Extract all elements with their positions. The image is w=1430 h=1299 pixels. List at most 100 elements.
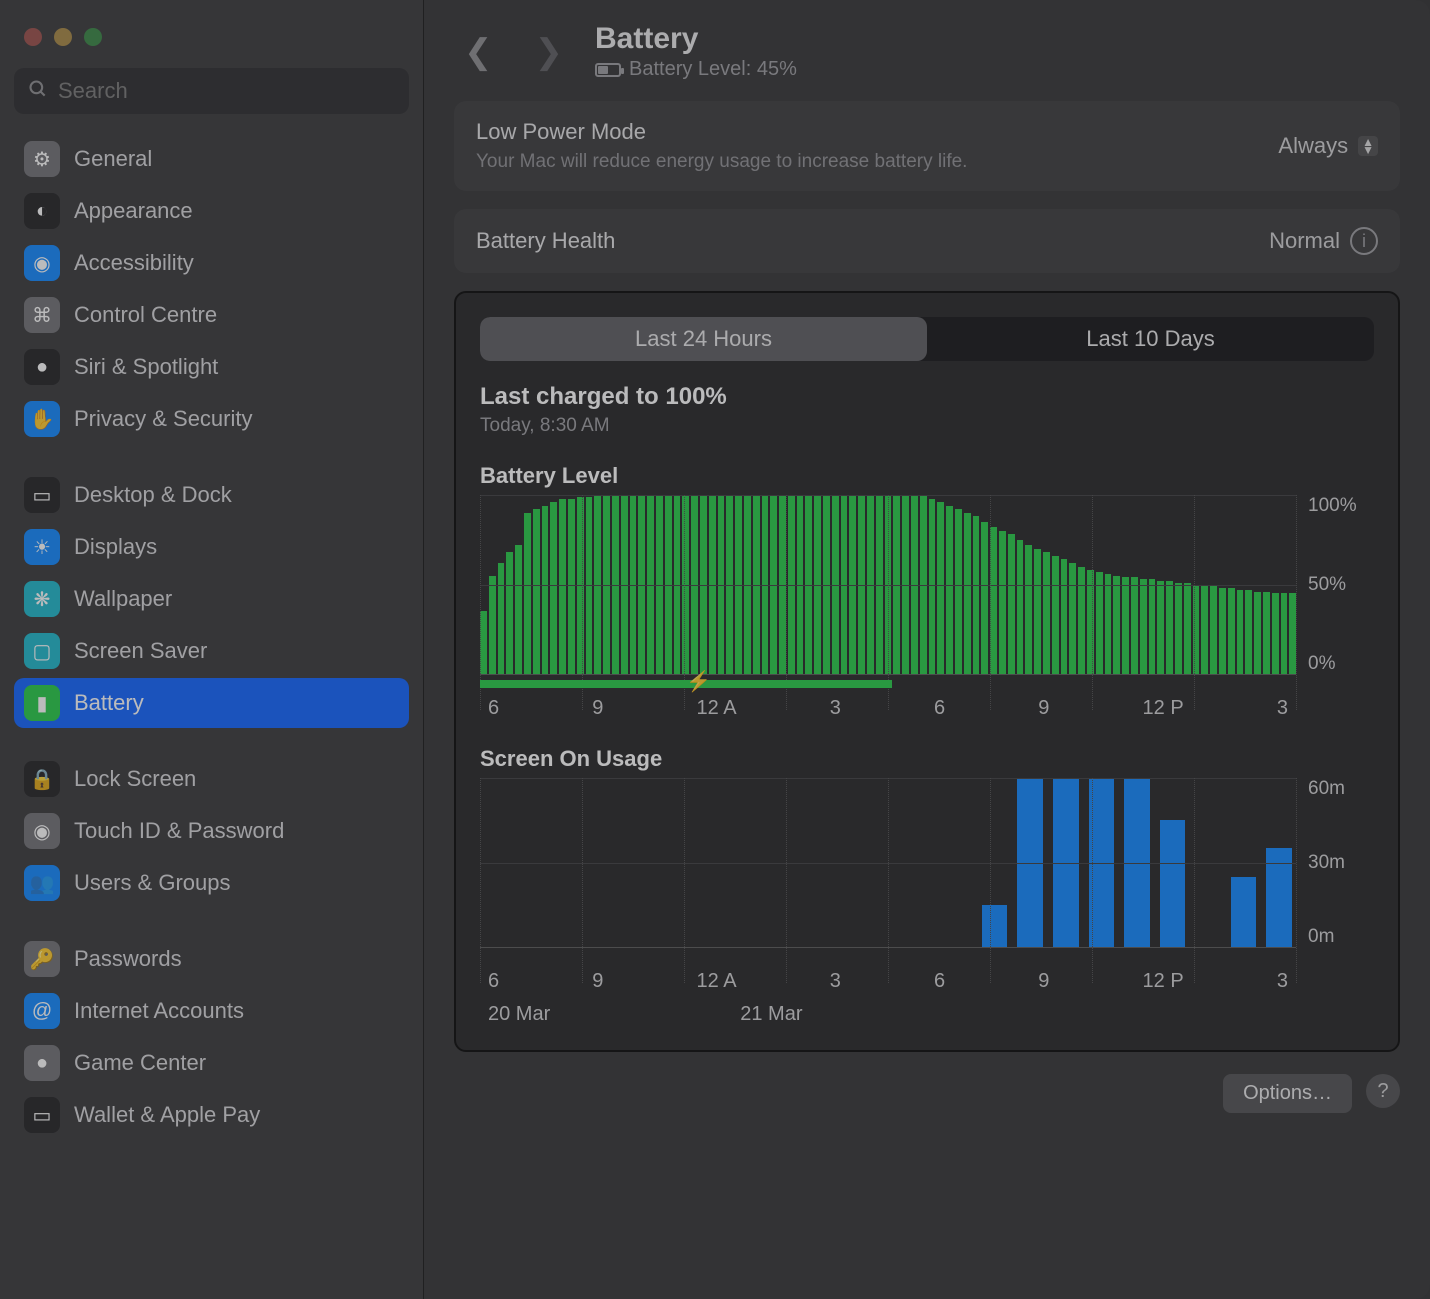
axis-tick: 3 [1277,970,1288,993]
sidebar-item-desktop-dock[interactable]: ▭Desktop & Dock [14,470,409,520]
sidebar-item-label: Wallpaper [74,586,172,612]
battery-bar [1201,585,1208,675]
hand-icon: ✋ [24,401,60,437]
axis-tick: 9 [1038,970,1049,993]
sidebar-item-battery[interactable]: ▮ Battery [14,678,409,728]
battery-bar [1263,592,1270,674]
sidebar-item-label: General [74,146,152,172]
sidebar-nav: ⚙ General ◐Appearance ◉ Accessibility ⌘Contro… [14,134,409,1140]
axis-tick: 9 [592,697,603,720]
axis-tick: 6 [934,970,945,993]
battery-bar [1034,549,1041,674]
close-icon[interactable] [24,28,42,46]
last-charged-title: Last charged to 100% [480,383,1374,411]
axis-tick: 6 [488,970,499,993]
back-button[interactable]: ❮ [454,28,503,76]
axis-tick: 6 [488,697,499,720]
sidebar-item-label: Internet Accounts [74,998,244,1024]
sidebar-item-game-center[interactable]: ●Game Center [14,1038,409,1088]
battery-bar [1281,593,1288,674]
sidebar-item-wallpaper[interactable]: ❋Wallpaper [14,574,409,624]
users-icon: 👥 [24,865,60,901]
at-icon: @ [24,993,60,1029]
battery-bar [929,499,936,674]
battery-bar [1078,567,1085,674]
sidebar-item-accessibility[interactable]: ◉ Accessibility [14,238,409,288]
control-centre-icon: ⌘ [24,297,60,333]
bolt-icon: ⚡ [686,669,711,694]
battery-bar [1175,583,1182,674]
chevron-updown-icon: ▲▼ [1358,136,1378,156]
low-power-select[interactable]: Always ▲▼ [1278,133,1378,159]
sidebar-item-label: Battery [74,690,144,716]
battery-icon [595,63,621,77]
sidebar-item-general[interactable]: ⚙ General [14,134,409,184]
sidebar-item-touch-id-password[interactable]: ◉Touch ID & Password [14,806,409,856]
low-power-mode-row: Low Power Mode Your Mac will reduce ener… [454,101,1400,191]
low-power-desc: Your Mac will reduce energy usage to inc… [476,151,967,173]
battery-bar [550,502,557,674]
battery-health-row[interactable]: Battery Health Normal i [454,209,1400,273]
battery-bar [498,563,505,674]
time-range-toggle: Last 24 Hours Last 10 Days [480,317,1374,361]
axis-tick: 0m [1308,926,1334,948]
main-content: ❮ ❯ Battery Battery Level: 45% Low Power… [424,0,1430,1299]
axis-tick: 3 [1277,697,1288,720]
sidebar-item-privacy-security[interactable]: ✋Privacy & Security [14,394,409,444]
tab-10d[interactable]: Last 10 Days [927,317,1374,361]
battery-bar [1096,572,1103,674]
battery-bar [559,499,566,674]
battery-level-chart: Battery Level ⚡ 6912 A36912 P3 100%50%0% [480,463,1374,720]
battery-bar [955,509,962,674]
battery-bar [1245,590,1252,674]
sidebar-item-passwords[interactable]: 🔑Passwords [14,934,409,984]
battery-bar [1025,545,1032,674]
battery-bar [1105,574,1112,674]
dock-icon: ▭ [24,477,60,513]
info-icon[interactable]: i [1350,227,1378,255]
sidebar-item-displays[interactable]: ☀Displays [14,522,409,572]
battery-bar [1254,592,1261,674]
options-button[interactable]: Options… [1223,1074,1352,1113]
sidebar-item-screen-saver[interactable]: ▢Screen Saver [14,626,409,676]
sidebar-item-label: Wallet & Apple Pay [74,1102,260,1128]
sidebar-item-internet-accounts[interactable]: @ Internet Accounts [14,986,409,1036]
sidebar-item-users-groups[interactable]: 👥 Users & Groups [14,858,409,908]
accessibility-icon: ◉ [24,245,60,281]
sidebar-item-label: Lock Screen [74,766,196,792]
battery-bar [1043,552,1050,674]
sidebar-item-siri-spotlight[interactable]: ●Siri & Spotlight [14,342,409,392]
minimize-icon[interactable] [54,28,72,46]
search-input-wrap[interactable] [14,68,409,114]
forward-button[interactable]: ❯ [525,28,574,76]
sidebar-item-wallet-apple-pay[interactable]: ▭Wallet & Apple Pay [14,1090,409,1140]
maximize-icon[interactable] [84,28,102,46]
usage-bar [1160,820,1186,947]
header: ❮ ❯ Battery Battery Level: 45% [454,22,1400,81]
battery-bar [990,527,997,674]
usage-bar [982,905,1008,947]
axis-tick: 100% [1308,495,1357,517]
axis-tick: 12 A [697,970,737,993]
battery-bar [1017,540,1024,674]
touchid-icon: ◉ [24,813,60,849]
sidebar-item-appearance[interactable]: ◐Appearance [14,186,409,236]
usage-bar [1231,877,1257,947]
gear-icon: ⚙ [24,141,60,177]
battery-bar [480,611,487,674]
search-input[interactable] [58,78,395,104]
sidebar-item-label: Accessibility [74,250,194,276]
battery-bar [1069,563,1076,674]
sidebar-item-label: Users & Groups [74,870,231,896]
tab-24h[interactable]: Last 24 Hours [480,317,927,361]
battery-icon: ▮ [24,685,60,721]
axis-tick: 3 [830,697,841,720]
axis-tick: 0% [1308,653,1335,675]
chart-title-usage: Screen On Usage [480,746,1374,772]
sidebar-item-control-centre[interactable]: ⌘Control Centre [14,290,409,340]
sidebar-item-lock-screen[interactable]: 🔒Lock Screen [14,754,409,804]
low-power-label: Low Power Mode [476,119,967,145]
battery-level-text: Battery Level: 45% [629,58,797,81]
date-1: 20 Mar [488,1003,550,1026]
help-button[interactable]: ? [1366,1074,1400,1108]
